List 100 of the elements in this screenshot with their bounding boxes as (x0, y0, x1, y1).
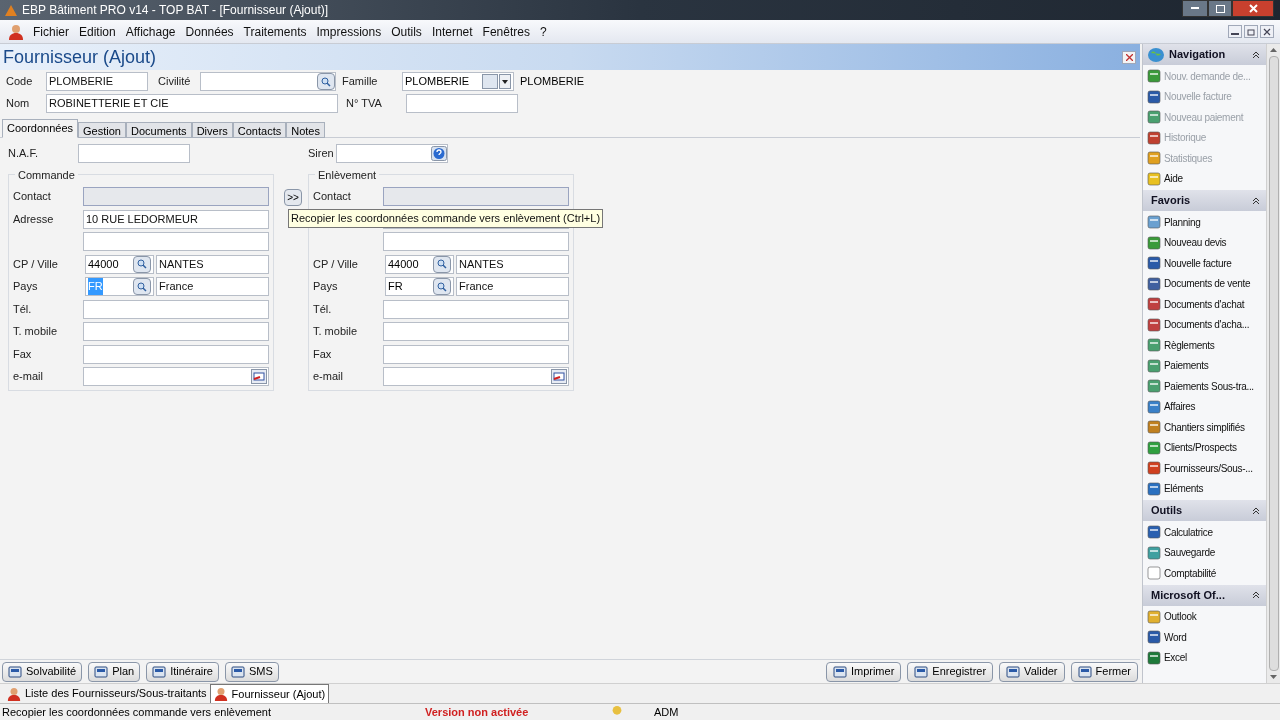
close-button[interactable] (1260, 25, 1274, 38)
menu-item[interactable]: Traitements (238, 22, 312, 41)
email-icon[interactable] (551, 369, 567, 384)
nav-item[interactable]: Nouvelle facture (1143, 253, 1266, 274)
input-field[interactable] (78, 144, 190, 163)
tab[interactable]: Divers (191, 122, 233, 138)
nav-item[interactable]: Planning (1143, 212, 1266, 233)
search-button[interactable] (133, 278, 152, 295)
action-button[interactable]: Solvabilité (2, 661, 83, 682)
close-button[interactable] (1232, 0, 1274, 17)
action-button[interactable]: Valider (999, 661, 1065, 682)
input-field[interactable]: ROBINETTERIE ET CIE (46, 94, 338, 113)
nav-item[interactable]: Calculatrice (1143, 522, 1266, 543)
section-header[interactable]: Navigation (1143, 44, 1266, 65)
scrollbar-thumb[interactable] (1268, 56, 1279, 671)
nav-item[interactable]: Documents d'achat (1143, 294, 1266, 315)
nav-item[interactable]: Clients/Prospects (1143, 437, 1266, 458)
nav-item[interactable]: Documents d'acha... (1143, 314, 1266, 335)
nav-item[interactable]: Sauvegarde (1143, 542, 1266, 563)
field-label: Famille (342, 74, 379, 90)
scroll-down-icon[interactable] (1270, 675, 1277, 679)
nav-item[interactable]: Règlements (1143, 335, 1266, 356)
email-icon[interactable] (251, 369, 267, 384)
input-field[interactable]: France (156, 277, 269, 296)
search-button[interactable] (133, 255, 152, 273)
search-button[interactable] (433, 255, 452, 273)
menu-item[interactable]: ? (534, 22, 552, 41)
input-field[interactable] (83, 367, 269, 386)
input-field[interactable] (383, 367, 569, 386)
input-field[interactable]: NANTES (156, 254, 269, 274)
nav-item[interactable]: Paiements (1143, 355, 1266, 376)
input-field[interactable] (383, 232, 569, 251)
input-field[interactable] (83, 344, 269, 364)
nav-item[interactable]: Chantiers simplifiés (1143, 417, 1266, 438)
input-field[interactable]: France (456, 277, 569, 296)
menu-item[interactable]: Fichier (28, 22, 74, 41)
nav-item[interactable]: Aide (1143, 168, 1266, 189)
search-button[interactable] (317, 73, 335, 90)
section-header[interactable]: Outils (1143, 500, 1266, 521)
nav-item[interactable]: Fournisseurs/Sous-... (1143, 458, 1266, 479)
tab[interactable]: Notes (286, 122, 325, 138)
collapse-icon[interactable] (1252, 591, 1260, 599)
document-tab[interactable]: Liste des Fournisseurs/Sous-traitants (4, 684, 210, 703)
input-field[interactable]: 44000 (385, 254, 455, 274)
menu-item[interactable]: Impressions (311, 22, 387, 41)
input-field[interactable]: PLOMBERIE (402, 72, 514, 91)
document-tab[interactable]: Fournisseur (Ajout) (209, 684, 330, 703)
section-title: Microsoft Of... (1151, 587, 1225, 603)
input-field[interactable] (383, 344, 569, 364)
input-field[interactable] (200, 72, 336, 91)
input-field[interactable] (383, 299, 569, 319)
input-field[interactable] (83, 322, 269, 341)
input-field[interactable]: 44000 (85, 254, 155, 274)
collapse-icon[interactable] (1252, 506, 1260, 515)
input-field[interactable] (336, 144, 448, 163)
input-field[interactable]: FR (385, 277, 455, 296)
menu-item[interactable]: Edition (74, 22, 121, 41)
nav-item[interactable]: Outlook (1143, 606, 1266, 627)
nav-item[interactable]: Affaires (1143, 396, 1266, 417)
collapse-icon[interactable] (1252, 50, 1260, 59)
nav-item[interactable]: Eléments (1143, 478, 1266, 499)
input-field[interactable] (83, 232, 269, 251)
input-field[interactable] (383, 322, 569, 341)
tab[interactable]: Contacts (232, 122, 287, 138)
nav-item[interactable]: Excel (1143, 647, 1266, 668)
help-icon[interactable] (431, 146, 447, 161)
tab[interactable]: Coordonnées (2, 119, 79, 138)
action-button[interactable]: Enregistrer (907, 661, 994, 682)
input-field[interactable]: 10 RUE LEDORMEUR (83, 209, 269, 229)
menu-item[interactable]: Données (180, 22, 239, 41)
maximize-button[interactable] (1208, 0, 1232, 17)
menu-item[interactable]: Affichage (120, 22, 181, 41)
menu-item[interactable]: Outils (386, 22, 427, 41)
action-button[interactable]: Imprimer (825, 661, 902, 682)
tab[interactable]: Documents (126, 122, 192, 138)
collapse-icon[interactable] (1252, 196, 1260, 205)
action-button[interactable]: Itinéraire (146, 661, 219, 682)
action-button[interactable]: Fermer (1070, 661, 1138, 682)
action-button[interactable]: SMS (224, 661, 279, 682)
menu-item[interactable]: Internet (426, 22, 478, 41)
dropdown-button[interactable] (499, 74, 511, 89)
section-header[interactable]: Microsoft Of... (1143, 584, 1266, 606)
input-field[interactable] (406, 94, 518, 113)
nav-item[interactable]: Nouveau devis (1143, 232, 1266, 253)
input-field[interactable]: PLOMBERIE (46, 72, 148, 91)
input-field[interactable] (83, 299, 269, 319)
copy-button[interactable]: >> (284, 189, 302, 206)
menu-item[interactable]: Fenêtres (477, 22, 535, 41)
tab[interactable]: Gestion (78, 122, 126, 138)
nav-item[interactable]: Comptabilité (1143, 563, 1266, 584)
nav-item[interactable]: Paiements Sous-tra... (1143, 376, 1266, 397)
minimize-button[interactable] (1182, 0, 1208, 17)
input-field[interactable]: NANTES (456, 254, 569, 274)
nav-item[interactable]: Word (1143, 627, 1266, 648)
action-button[interactable]: Plan (88, 661, 141, 682)
nav-item[interactable]: Documents de vente (1143, 273, 1266, 294)
minimize-button[interactable] (1228, 25, 1242, 38)
scroll-up-icon[interactable] (1270, 48, 1277, 52)
section-header[interactable]: Favoris (1143, 190, 1266, 211)
search-button[interactable] (433, 278, 452, 295)
